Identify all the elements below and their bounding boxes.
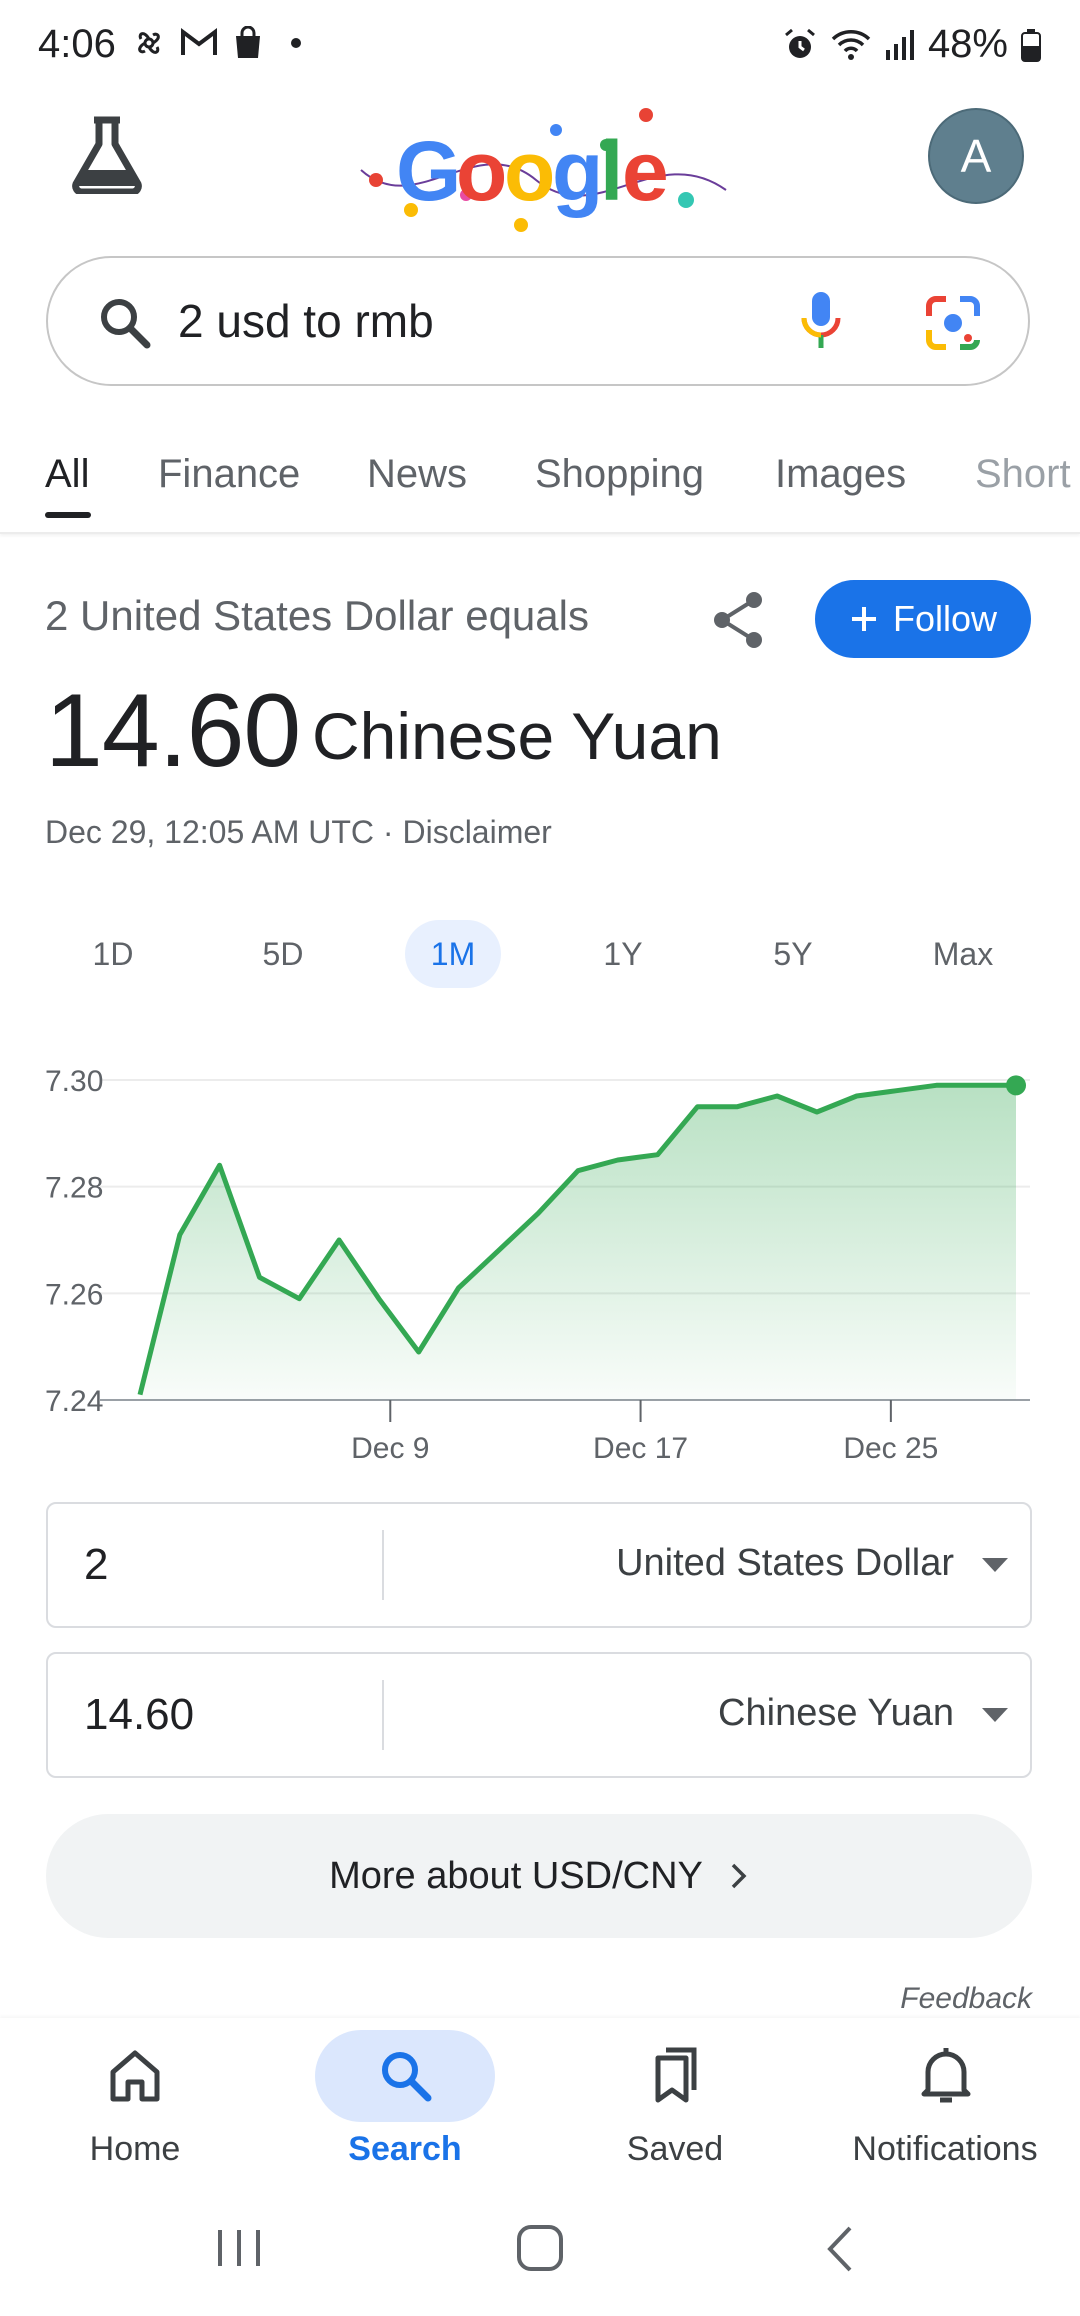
microphone-icon[interactable] <box>796 288 846 354</box>
battery-icon <box>1021 28 1041 62</box>
account-avatar[interactable]: A <box>928 108 1024 204</box>
converted-currency: Chinese Yuan <box>312 699 722 773</box>
to-currency-select[interactable]: Chinese Yuan <box>718 1692 954 1735</box>
y-tick-label: 7.24 <box>45 1385 103 1418</box>
nav-home[interactable]: Home <box>0 2018 270 2188</box>
recent-apps-icon[interactable] <box>214 2226 264 2270</box>
nav-saved-label: Saved <box>626 2130 724 2168</box>
tab-active-indicator <box>45 512 91 518</box>
search-icon <box>101 299 151 349</box>
system-navigation-bar <box>0 2188 1080 2316</box>
to-currency-row: 14.60 Chinese Yuan <box>46 1652 1032 1778</box>
alarm-icon <box>784 28 815 58</box>
range-5y[interactable]: 5Y <box>745 920 841 988</box>
range-1d[interactable]: 1D <box>65 920 161 988</box>
divider <box>382 1530 384 1600</box>
wifi-icon <box>831 29 871 60</box>
google-lens-icon[interactable] <box>924 294 982 352</box>
follow-button[interactable]: Follow <box>815 580 1031 658</box>
area-fill <box>140 1085 1016 1400</box>
chevron-right-icon <box>731 1863 747 1889</box>
dot-icon <box>291 38 301 48</box>
svg-text:o: o <box>456 124 507 218</box>
google-doodle-logo[interactable]: G o o g l e <box>356 100 736 240</box>
labs-button[interactable] <box>70 114 144 196</box>
chevron-down-icon[interactable] <box>982 1558 1008 1572</box>
back-icon[interactable] <box>822 2224 858 2274</box>
range-1y[interactable]: 1Y <box>575 920 671 988</box>
home-icon <box>110 2050 160 2102</box>
conversion-equals-text: 2 United States Dollar equals <box>45 592 589 639</box>
y-tick-label: 7.28 <box>45 1172 103 1205</box>
shopping-bag-icon <box>236 26 260 58</box>
tab-shopping[interactable]: Shopping <box>535 452 704 497</box>
converted-value: 14.60 <box>45 673 301 789</box>
nav-saved[interactable]: Saved <box>540 2018 810 2188</box>
nav-search[interactable]: Search <box>270 2018 540 2188</box>
notification-icons <box>132 26 308 60</box>
from-currency-select[interactable]: United States Dollar <box>616 1542 954 1585</box>
y-tick-label: 7.30 <box>45 1065 103 1098</box>
tab-all[interactable]: All <box>45 452 89 497</box>
bottom-navigation: Home Search Saved Notifications <box>0 2018 1080 2188</box>
bookmarks-icon <box>655 2047 697 2103</box>
status-time: 4:06 <box>38 22 116 66</box>
x-tick-label: Dec 9 <box>351 1432 429 1465</box>
range-max[interactable]: Max <box>915 920 1011 988</box>
divider <box>382 1680 384 1750</box>
system-status: 48% <box>782 22 1042 67</box>
svg-text:e: e <box>622 124 669 218</box>
nav-notifications-label: Notifications <box>852 2130 1038 2168</box>
nav-notifications[interactable]: Notifications <box>810 2018 1080 2188</box>
nav-home-label: Home <box>89 2130 181 2168</box>
svg-text:g: g <box>552 124 603 218</box>
svg-text:G: G <box>396 124 461 218</box>
gmail-icon <box>181 28 217 55</box>
x-tick-label: Dec 17 <box>593 1432 688 1465</box>
feedback-link[interactable]: Feedback <box>900 1982 1032 2016</box>
signal-icon <box>885 29 914 60</box>
tab-short[interactable]: Short <box>975 452 1071 497</box>
flask-icon <box>72 116 142 196</box>
fan-icon <box>138 32 160 54</box>
search-box[interactable]: 2 usd to rmb <box>46 256 1030 386</box>
from-currency-row: 2 United States Dollar <box>46 1502 1032 1628</box>
doodle-image: G o o g l e <box>360 108 727 232</box>
share-icon[interactable] <box>710 590 766 650</box>
range-1m[interactable]: 1M <box>405 920 501 988</box>
y-tick-label: 7.26 <box>45 1278 103 1311</box>
last-point-marker <box>1006 1075 1026 1096</box>
svg-text:o: o <box>504 124 555 218</box>
plus-icon <box>851 607 876 631</box>
tab-finance[interactable]: Finance <box>158 452 300 497</box>
to-amount-input[interactable]: 14.60 <box>84 1690 194 1740</box>
range-selector: 1D 5D 1M 1Y 5Y Max <box>0 920 1080 988</box>
more-about-button[interactable]: More about USD/CNY <box>46 1814 1032 1938</box>
tab-images[interactable]: Images <box>775 452 906 497</box>
rate-timestamp: Dec 29, 12:05 AM UTC · Disclaimer <box>45 814 552 850</box>
more-about-label: More about USD/CNY <box>329 1854 703 1897</box>
follow-label: Follow <box>892 598 998 639</box>
x-tick-label: Dec 25 <box>843 1432 938 1465</box>
range-5d[interactable]: 5D <box>235 920 331 988</box>
battery-percent: 48% <box>927 22 1008 66</box>
home-button-icon[interactable] <box>514 2222 566 2274</box>
status-bar: 4:06 48% <box>0 0 1080 96</box>
bell-icon <box>921 2048 971 2103</box>
chevron-down-icon[interactable] <box>982 1708 1008 1722</box>
search-icon <box>382 2052 432 2102</box>
exchange-rate-chart[interactable]: 7.30 7.28 7.26 7.24 Dec 9 Dec 17 Dec 25 <box>0 1040 1080 1480</box>
search-tabs: All Finance News Shopping Images Short <box>0 440 1080 534</box>
from-amount-input[interactable]: 2 <box>84 1540 108 1590</box>
search-input[interactable]: 2 usd to rmb <box>178 294 434 348</box>
svg-text:l: l <box>600 124 623 218</box>
nav-search-label: Search <box>348 2130 462 2168</box>
tab-news[interactable]: News <box>367 452 467 497</box>
